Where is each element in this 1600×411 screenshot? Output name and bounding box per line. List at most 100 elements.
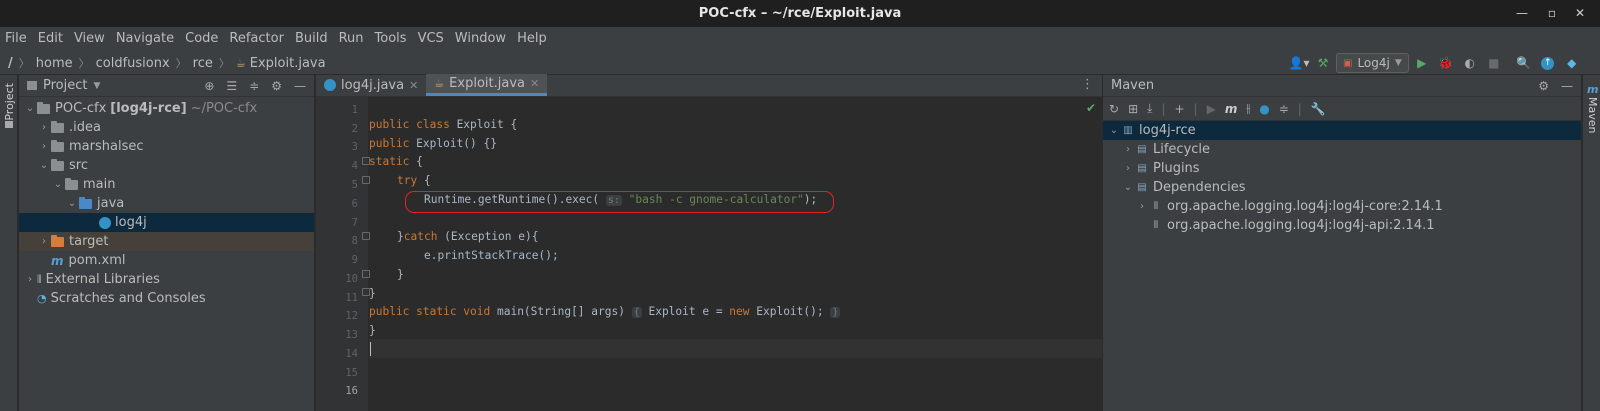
maven-item-log4j-core[interactable]: › ⫴ org.apache.logging.log4j:log4j-core:… [1103, 197, 1581, 216]
tree-item-pom[interactable]: m pom.xml [19, 251, 314, 270]
hammer-icon[interactable]: ⚒ [1312, 52, 1334, 74]
code-line-9[interactable]: e.printStackTrace(); [424, 249, 559, 262]
tab-exploit-java[interactable]: ☕ Exploit.java ✕ [426, 74, 548, 96]
menu-code[interactable]: Code [180, 27, 224, 51]
code-line-11[interactable]: } [369, 287, 376, 300]
code-line-13[interactable]: } [369, 324, 376, 337]
editor-tabs: log4j.java ✕ ☕ Exploit.java ✕ ⋮ [316, 74, 1102, 97]
collapse-all-icon[interactable]: ≑ [1279, 102, 1289, 116]
search-icon[interactable]: 🔍 [1513, 52, 1535, 74]
menu-file[interactable]: File [0, 27, 33, 51]
menu-refactor[interactable]: Refactor [224, 27, 290, 51]
maven-item-log4j-api[interactable]: ⫴ org.apache.logging.log4j:log4j-api:2.1… [1103, 216, 1581, 235]
skip-tests-icon[interactable]: ● [1259, 102, 1269, 116]
code-line-4[interactable]: static { [369, 155, 423, 168]
root-path: ~/POC-cfx [190, 101, 258, 116]
tree-item-idea[interactable]: › .idea [19, 118, 314, 137]
breadcrumb-separator: 〉 [218, 57, 230, 70]
menu-run[interactable]: Run [334, 27, 370, 51]
menu-build[interactable]: Build [290, 27, 334, 51]
menu-tools[interactable]: Tools [370, 27, 413, 51]
coverage-icon[interactable]: ◐ [1459, 52, 1481, 74]
code-line-2[interactable]: public class Exploit { [369, 118, 517, 131]
run-configuration-select[interactable]: ▣ Log4j ▼ [1336, 53, 1409, 73]
tree-item-java[interactable]: ⌄ java [19, 194, 314, 213]
maximize-icon[interactable]: ▫ [1544, 5, 1560, 21]
tree-item-target[interactable]: › target [19, 232, 314, 251]
more-options-icon[interactable]: ⋮ [1073, 74, 1102, 96]
breadcrumb-separator: 〉 [175, 57, 187, 70]
tree-item-external-libraries[interactable]: › ⫴ External Libraries [19, 270, 314, 289]
breadcrumb-coldfusionx[interactable]: coldfusionx [96, 56, 170, 71]
minimize-icon[interactable]: — [1514, 5, 1530, 21]
tab-label: log4j.java [341, 77, 405, 93]
jetbrains-toolbox-icon[interactable]: ◆ [1561, 52, 1583, 74]
close-icon[interactable]: ✕ [1572, 5, 1588, 21]
menu-edit[interactable]: Edit [33, 27, 69, 51]
code-line-5[interactable]: try { [397, 174, 431, 187]
tree-item-src[interactable]: ⌄ src [19, 156, 314, 175]
stop-icon[interactable]: ■ [1483, 52, 1505, 74]
toggle-offline-icon[interactable]: ⫲ [1246, 101, 1250, 116]
hide-icon[interactable]: — [294, 79, 306, 93]
menu-vcs[interactable]: VCS [413, 27, 450, 51]
root-name: POC-cfx [55, 101, 107, 116]
fold-marker-icon[interactable] [362, 232, 370, 240]
maven-goal-icon[interactable]: m [1225, 102, 1238, 116]
tree-item-marshalsec[interactable]: › marshalsec [19, 137, 314, 156]
maven-item-lifecycle[interactable]: › ▤ Lifecycle [1103, 140, 1581, 159]
hide-icon[interactable]: — [1561, 79, 1573, 93]
locate-icon[interactable]: ⊕ [204, 79, 214, 93]
add-folder-icon[interactable]: ⊞ [1128, 102, 1138, 116]
expand-all-icon[interactable]: ☰ [226, 79, 237, 93]
run-icon[interactable]: ▶ [1207, 102, 1216, 116]
project-stripe-button[interactable]: Project [3, 83, 16, 121]
menu-view[interactable]: View [69, 27, 111, 51]
maven-panel-title[interactable]: Maven [1111, 78, 1154, 93]
tree-item-log4j[interactable]: log4j [19, 213, 314, 232]
breadcrumb-root[interactable]: / [8, 56, 13, 71]
wrench-icon[interactable]: 🔧 [1311, 102, 1326, 116]
tree-item-scratches[interactable]: ◔ Scratches and Consoles [19, 289, 314, 308]
chevron-down-icon: ⌄ [1109, 125, 1119, 136]
chevron-down-icon[interactable]: ▼ [93, 81, 100, 91]
breadcrumb-file[interactable]: Exploit.java [250, 56, 326, 71]
gear-icon[interactable]: ⚙ [1538, 79, 1549, 93]
maven-item-root[interactable]: ⌄ ▥ log4j-rce [1103, 121, 1581, 140]
reload-icon[interactable]: ↻ [1109, 102, 1119, 116]
line-number: 10 [345, 273, 358, 285]
breadcrumb-home[interactable]: home [36, 56, 73, 71]
maven-item-plugins[interactable]: › ▤ Plugins [1103, 159, 1581, 178]
download-icon[interactable]: ⤓ [1147, 101, 1152, 116]
menu-help[interactable]: Help [512, 27, 553, 51]
tree-item-main[interactable]: ⌄ main [19, 175, 314, 194]
project-panel-title[interactable]: Project [43, 78, 87, 93]
fold-marker-icon[interactable] [362, 270, 370, 278]
gear-icon[interactable]: ⚙ [271, 79, 282, 93]
run-icon[interactable]: ▶ [1411, 52, 1433, 74]
code-line-12[interactable]: public static void main(String[] args) {… [369, 305, 841, 318]
close-icon[interactable]: ✕ [409, 79, 418, 92]
add-icon[interactable]: + [1174, 102, 1184, 116]
code-line-8[interactable]: }catch (Exception e){ [397, 230, 538, 243]
menu-navigate[interactable]: Navigate [111, 27, 180, 51]
close-icon[interactable]: ✕ [530, 77, 539, 90]
breadcrumb-rce[interactable]: rce [193, 56, 213, 71]
tree-item-root[interactable]: ⌄ POC-cfx [log4j-rce] ~/POC-cfx [19, 99, 314, 118]
maven-item-dependencies[interactable]: ⌄ ▤ Dependencies [1103, 178, 1581, 197]
maven-stripe-button[interactable]: Maven [1586, 97, 1599, 133]
user-icon[interactable]: 👤▾ [1288, 52, 1310, 74]
collapse-all-icon[interactable]: ≑ [249, 79, 259, 93]
debug-icon[interactable]: 🐞 [1435, 52, 1457, 74]
fold-marker-icon[interactable] [362, 176, 370, 184]
tab-label: Exploit.java [449, 76, 525, 91]
chevron-right-icon: › [42, 236, 46, 247]
menu-bar: File Edit View Navigate Code Refactor Bu… [0, 27, 1600, 51]
code-line-10[interactable]: } [397, 268, 404, 281]
update-icon[interactable]: ↑ [1537, 52, 1559, 74]
chevron-right-icon: › [28, 274, 32, 285]
menu-window[interactable]: Window [450, 27, 512, 51]
line-number: 12 [345, 310, 358, 322]
code-line-3[interactable]: public Exploit() {} [369, 137, 497, 150]
tab-log4j-java[interactable]: log4j.java ✕ [316, 74, 426, 96]
